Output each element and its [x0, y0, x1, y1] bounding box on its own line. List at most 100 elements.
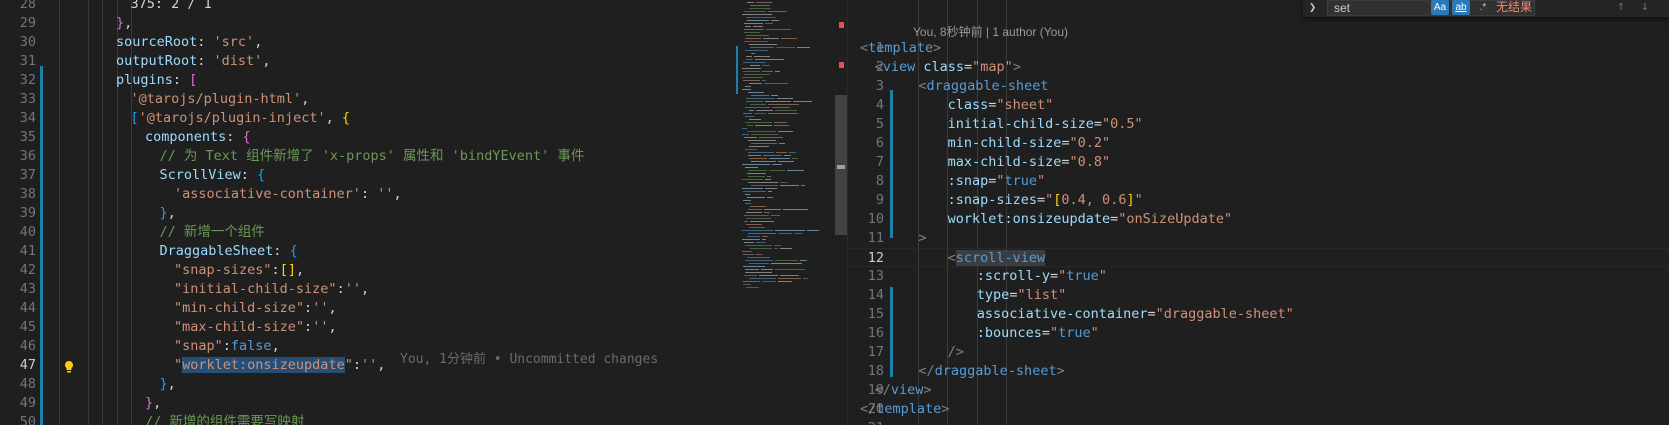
code-line[interactable]: 10 worklet:onsizeupdate="onSizeUpdate": [848, 210, 1669, 229]
code-text[interactable]: >: [918, 229, 926, 248]
code-text[interactable]: '@tarojs/plugin-html',: [131, 90, 310, 109]
code-line[interactable]: 40 // 新增一个组件: [0, 223, 847, 242]
code-text[interactable]: worklet:onsizeupdate="onSizeUpdate": [948, 210, 1233, 229]
code-line[interactable]: 33 '@tarojs/plugin-html',: [0, 90, 847, 109]
code-line[interactable]: 17 />: [848, 343, 1669, 362]
code-text[interactable]: "worklet:onsizeupdate":'',: [174, 356, 385, 375]
code-line[interactable]: 28 375: 2 / 1: [0, 0, 847, 14]
code-text[interactable]: ScrollView: {: [160, 166, 266, 185]
left-editor-pane[interactable]: 28 375: 2 / 1 29}, 30 sourceRoot: 'src', 31 ou…: [0, 0, 847, 425]
code-line[interactable]: 50 // 新增的组件需要写映射: [0, 413, 847, 425]
code-text[interactable]: <draggable-sheet: [918, 77, 1048, 96]
code-line[interactable]: 43 "initial-child-size":'',: [0, 280, 847, 299]
chevron-right-icon[interactable]: ❯: [1309, 0, 1316, 14]
code-line[interactable]: 15 associative-container="draggable-sheet…: [848, 305, 1669, 324]
code-text[interactable]: },: [160, 204, 176, 223]
code-text[interactable]: },: [145, 394, 161, 413]
code-text[interactable]: associative-container="draggable-sheet": [977, 305, 1294, 324]
code-token: min-child-size: [947, 135, 1062, 151]
code-line[interactable]: 9:snap-sizes="[0.4, 0.6]": [848, 191, 1669, 210]
code-line[interactable]: 5 initial-child-size="0.5": [848, 115, 1669, 134]
code-text[interactable]: "min-child-size":'',: [174, 299, 337, 318]
code-line[interactable]: 1 <template>: [848, 39, 1669, 58]
lightbulb-icon[interactable]: [63, 359, 75, 373]
code-text[interactable]: :snap-sizes="[0.4, 0.6]": [948, 191, 1143, 210]
code-line[interactable]: 38 'associative-container': '',: [0, 185, 847, 204]
code-line[interactable]: 19 </view>: [848, 381, 1669, 400]
code-text[interactable]: min-child-size="0.2": [948, 134, 1111, 153]
code-text[interactable]: components: {: [145, 128, 251, 147]
code-text[interactable]: type="list": [977, 286, 1066, 305]
code-text[interactable]: </draggable-sheet>: [918, 362, 1064, 381]
code-line[interactable]: 49},: [0, 394, 847, 413]
arrow-up-icon[interactable]: ↑: [1617, 0, 1625, 14]
code-text[interactable]: "max-child-size":'',: [174, 318, 337, 337]
code-line[interactable]: 4 class="sheet": [848, 96, 1669, 115]
code-text[interactable]: // 新增一个组件: [160, 223, 265, 242]
code-text[interactable]: ['@tarojs/plugin-inject', {: [131, 109, 350, 128]
code-text[interactable]: :scroll-y="true": [977, 267, 1107, 286]
vertical-scrollbar[interactable]: [835, 0, 847, 425]
code-line[interactable]: 39},: [0, 204, 847, 223]
regex-button[interactable]: .*: [1474, 0, 1492, 15]
code-line[interactable]: 12 <scroll-view: [848, 248, 1669, 267]
code-line[interactable]: 20 </template>: [848, 400, 1669, 419]
code-line[interactable]: 41 DraggableSheet: {: [0, 242, 847, 261]
arrow-down-icon[interactable]: ↓: [1641, 0, 1649, 14]
code-text[interactable]: />: [948, 343, 964, 362]
code-line[interactable]: 14 type="list": [848, 286, 1669, 305]
match-case-button[interactable]: Aa: [1431, 0, 1449, 15]
codelens-blame[interactable]: You, 8秒钟前 | 1 author (You): [913, 23, 1068, 40]
code-line[interactable]: 18 </draggable-sheet>: [848, 362, 1669, 381]
minimap[interactable]: [736, 0, 835, 300]
code-token: '@tarojs/plugin-inject': [138, 110, 326, 126]
code-text[interactable]: initial-child-size="0.5": [948, 115, 1143, 134]
code-text[interactable]: 375: 2 / 1: [131, 0, 212, 14]
code-line[interactable]: 37 ScrollView: {: [0, 166, 847, 185]
code-text[interactable]: </template>: [860, 400, 949, 419]
code-line[interactable]: 16:bounces="true": [848, 324, 1669, 343]
code-text[interactable]: :snap="true": [948, 172, 1046, 191]
code-line[interactable]: 3 <draggable-sheet: [848, 77, 1669, 96]
code-text[interactable]: // 为 Text 组件新增了 'x-props' 属性和 'bindYEven…: [160, 147, 585, 166]
code-text[interactable]: max-child-size="0.8": [948, 153, 1111, 172]
right-code-lines[interactable]: 1 <template> 2 <view class="map"> 3 <draggabl…: [848, 39, 1669, 425]
code-line[interactable]: 31 outputRoot: 'dist',: [0, 52, 847, 71]
code-text[interactable]: },: [116, 14, 132, 33]
code-text[interactable]: <template>: [860, 39, 941, 58]
code-line[interactable]: 11 >: [848, 229, 1669, 248]
whole-word-button[interactable]: ab: [1452, 0, 1470, 15]
code-text[interactable]: sourceRoot: 'src',: [116, 33, 262, 52]
right-editor-pane[interactable]: 1 <template> 2 <view class="map"> 3 <draggabl…: [848, 0, 1669, 425]
code-line[interactable]: 21: [848, 419, 1669, 425]
code-text[interactable]: "snap":false,: [174, 337, 280, 356]
code-line[interactable]: 42 "snap-sizes":[],: [0, 261, 847, 280]
code-line[interactable]: 2 <view class="map">: [848, 58, 1669, 77]
code-text[interactable]: <view class="map">: [875, 58, 1021, 77]
code-text[interactable]: </view>: [875, 381, 932, 400]
code-line[interactable]: 45 "max-child-size":'',: [0, 318, 847, 337]
code-text[interactable]: // 新增的组件需要写映射: [145, 413, 304, 425]
code-text[interactable]: outputRoot: 'dist',: [116, 52, 270, 71]
code-line[interactable]: 30 sourceRoot: 'src',: [0, 33, 847, 52]
code-text[interactable]: class="sheet": [948, 96, 1054, 115]
code-text[interactable]: <scroll-view: [948, 249, 1046, 268]
code-line[interactable]: 7 max-child-size="0.8": [848, 153, 1669, 172]
code-text[interactable]: :bounces="true": [977, 324, 1099, 343]
code-line[interactable]: 48},: [0, 375, 847, 394]
code-line[interactable]: 8:snap="true": [848, 172, 1669, 191]
code-text[interactable]: "snap-sizes":[],: [174, 261, 304, 280]
code-text[interactable]: "initial-child-size":'',: [174, 280, 369, 299]
code-text[interactable]: plugins: [: [116, 71, 197, 90]
code-text[interactable]: DraggableSheet: {: [160, 242, 298, 261]
code-text[interactable]: 'associative-container': '',: [174, 185, 402, 204]
code-line[interactable]: 13:scroll-y="true": [848, 267, 1669, 286]
code-line[interactable]: 6 min-child-size="0.2": [848, 134, 1669, 153]
code-line[interactable]: 34 ['@tarojs/plugin-inject', {: [0, 109, 847, 128]
code-line[interactable]: 29},: [0, 14, 847, 33]
code-text[interactable]: },: [160, 375, 176, 394]
code-line[interactable]: 36 // 为 Text 组件新增了 'x-props' 属性和 'bindYEv…: [0, 147, 847, 166]
code-line[interactable]: 32 plugins: [: [0, 71, 847, 90]
code-line[interactable]: 44 "min-child-size":'',: [0, 299, 847, 318]
code-line[interactable]: 35 components: {: [0, 128, 847, 147]
